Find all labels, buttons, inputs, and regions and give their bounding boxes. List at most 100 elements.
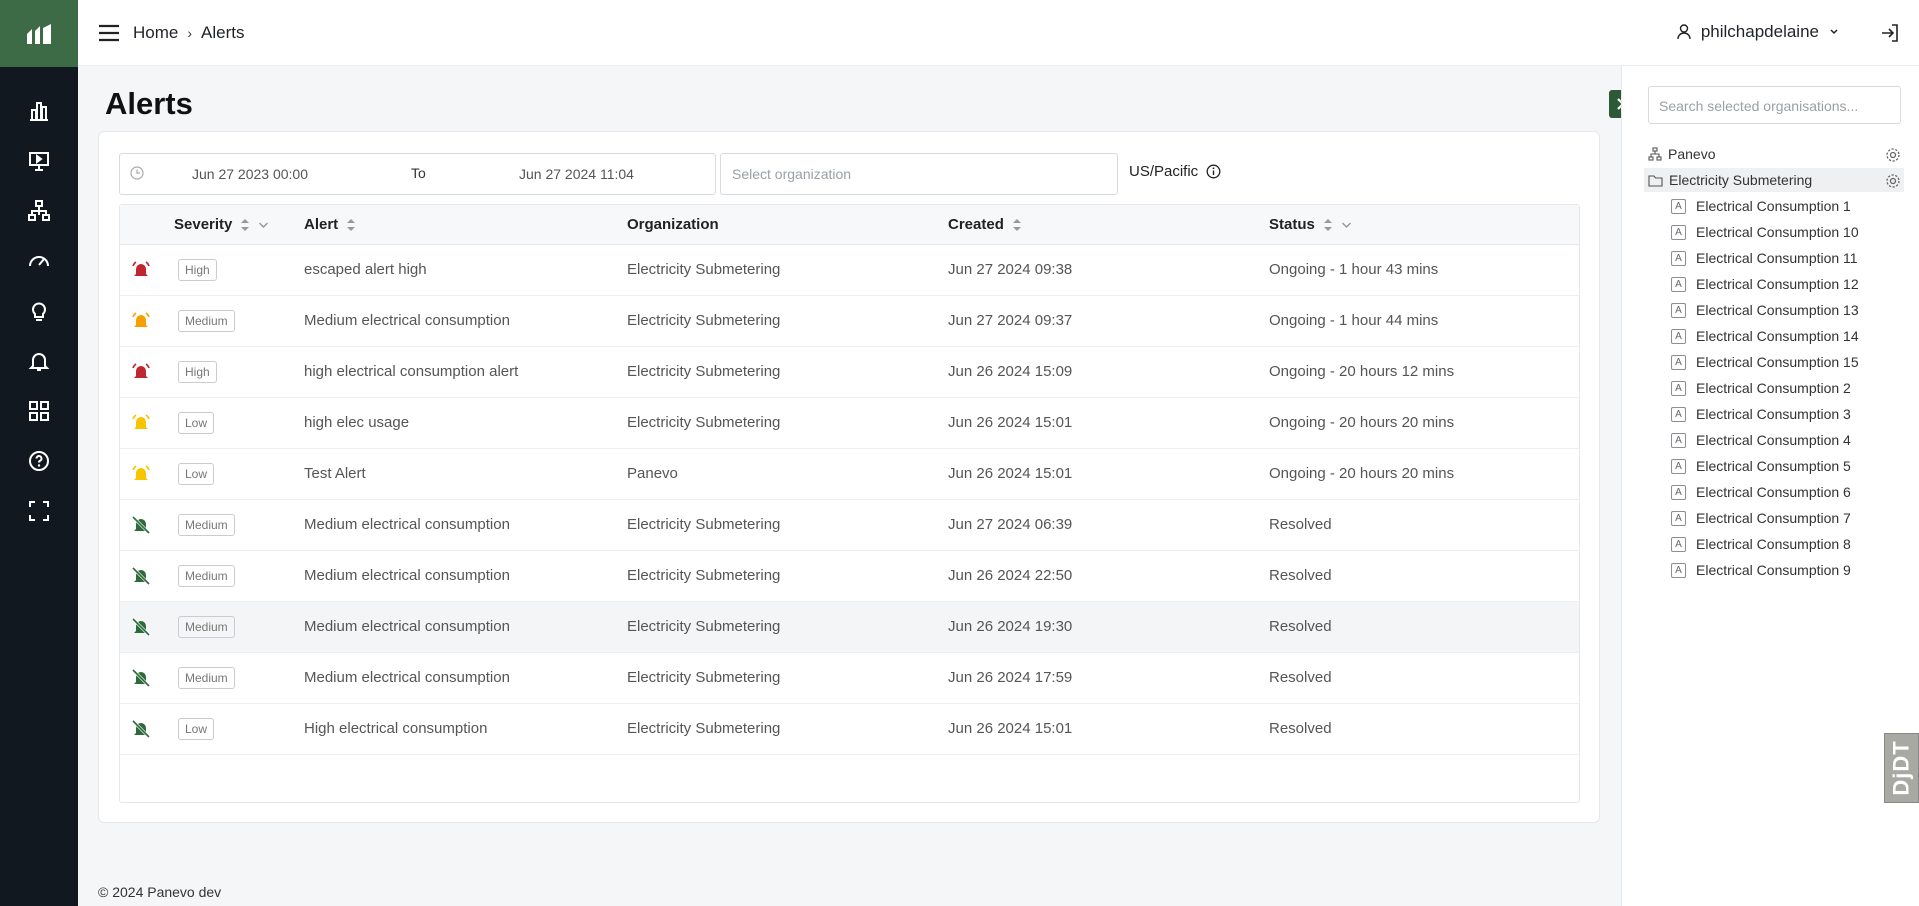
gear-icon[interactable] <box>1885 173 1901 189</box>
asset-icon: A <box>1671 224 1686 240</box>
debug-toolbar-handle[interactable]: DjDT <box>1884 733 1919 803</box>
date-from-input[interactable]: Jun 27 2023 00:00 <box>192 166 308 182</box>
tree-item-asset[interactable]: A Electrical Consumption 10 <box>1671 224 1859 240</box>
breadcrumb: Home › Alerts <box>133 23 245 43</box>
tree-item-root[interactable]: Panevo <box>1648 146 1715 162</box>
sort-icon[interactable] <box>1012 218 1022 232</box>
table-header: Severity Alert Organization Created Stat… <box>120 205 1579 245</box>
chevron-down-icon <box>1830 29 1838 35</box>
table-row[interactable]: Medium Medium electrical consumption Elect… <box>120 500 1579 551</box>
alert-created: Jun 26 2024 19:30 <box>948 618 1073 635</box>
alert-status: Ongoing - 20 hours 12 mins <box>1269 363 1455 380</box>
asset-label: Electrical Consumption 11 <box>1696 250 1858 266</box>
nav-hierarchy-icon[interactable] <box>0 191 78 231</box>
info-icon[interactable] <box>1206 164 1221 179</box>
tree-item-asset[interactable]: A Electrical Consumption 3 <box>1671 406 1851 422</box>
asset-label: Electrical Consumption 6 <box>1696 484 1851 500</box>
menu-icon[interactable] <box>98 23 120 43</box>
left-nav-rail <box>0 0 78 906</box>
table-row[interactable]: Medium Medium electrical consumption Elect… <box>120 653 1579 704</box>
alert-name: Medium electrical consumption <box>304 618 510 635</box>
sort-icon[interactable] <box>346 218 356 232</box>
asset-label: Electrical Consumption 3 <box>1696 406 1851 422</box>
gear-icon[interactable] <box>1885 147 1901 163</box>
severity-badge: High <box>178 259 217 281</box>
tree-item-asset[interactable]: A Electrical Consumption 5 <box>1671 458 1851 474</box>
asset-icon: A <box>1671 198 1686 214</box>
asset-icon: A <box>1671 302 1686 318</box>
bell-off-icon <box>131 668 151 688</box>
organisation-search-input[interactable]: Search selected organisations... <box>1648 86 1901 124</box>
tree-item-selected[interactable]: Electricity Submetering <box>1648 172 1812 188</box>
nav-presentation-icon[interactable] <box>0 141 78 181</box>
asset-label: Electrical Consumption 15 <box>1696 354 1859 370</box>
alert-name: Medium electrical consumption <box>304 516 510 533</box>
nav-gauge-icon[interactable] <box>0 241 78 281</box>
asset-label: Electrical Consumption 1 <box>1696 198 1851 214</box>
asset-icon: A <box>1671 536 1686 552</box>
breadcrumb-home[interactable]: Home <box>133 23 178 43</box>
nav-dashboard-icon[interactable] <box>0 91 78 131</box>
alert-organization: Electricity Submetering <box>627 720 781 737</box>
tree-item-asset[interactable]: A Electrical Consumption 8 <box>1671 536 1851 552</box>
date-until-input[interactable]: Jun 27 2024 11:04 <box>519 166 634 182</box>
asset-label: Electrical Consumption 8 <box>1696 536 1851 552</box>
organization-select[interactable]: Select organization <box>720 153 1118 195</box>
tree-item-asset[interactable]: A Electrical Consumption 2 <box>1671 380 1851 396</box>
tree-item-asset[interactable]: A Electrical Consumption 4 <box>1671 432 1851 448</box>
user-menu[interactable]: philchapdelaine <box>1677 22 1839 42</box>
tree-item-asset[interactable]: A Electrical Consumption 12 <box>1671 276 1859 292</box>
tree-item-asset[interactable]: A Electrical Consumption 11 <box>1671 250 1858 266</box>
table-row[interactable]: Medium Medium electrical consumption Elect… <box>120 551 1579 602</box>
asset-icon: A <box>1671 432 1686 448</box>
alert-status: Ongoing - 1 hour 43 mins <box>1269 261 1439 278</box>
col-created[interactable]: Created <box>948 216 1022 233</box>
chevron-right-icon: › <box>187 25 193 41</box>
tree-item-asset[interactable]: A Electrical Consumption 6 <box>1671 484 1851 500</box>
table-row[interactable]: Low High electrical consumption Electricit… <box>120 704 1579 755</box>
asset-label: Electrical Consumption 13 <box>1696 302 1859 318</box>
nav-fullscreen-icon[interactable] <box>0 491 78 531</box>
table-row[interactable]: Medium Medium electrical consumption Elect… <box>120 602 1579 653</box>
col-alert[interactable]: Alert <box>304 216 356 233</box>
logout-icon[interactable] <box>1879 22 1901 44</box>
nav-help-icon[interactable] <box>0 441 78 481</box>
asset-icon: A <box>1671 328 1686 344</box>
app-logo[interactable] <box>0 0 78 67</box>
tree-item-asset[interactable]: A Electrical Consumption 1 <box>1671 198 1851 214</box>
table-row[interactable]: Low Test Alert Panevo Jun 26 2024 15:01 Ongo… <box>120 449 1579 500</box>
col-severity[interactable]: Severity <box>174 216 269 233</box>
tree-item-asset[interactable]: A Electrical Consumption 15 <box>1671 354 1859 370</box>
nav-grid-icon[interactable] <box>0 391 78 431</box>
sort-icon[interactable] <box>240 218 250 232</box>
alert-status: Resolved <box>1269 567 1332 584</box>
asset-label: Electrical Consumption 5 <box>1696 458 1851 474</box>
asset-label: Electrical Consumption 4 <box>1696 432 1851 448</box>
filter-chevron-icon[interactable] <box>258 221 269 229</box>
nav-alerts-bell-icon[interactable] <box>0 341 78 381</box>
bell-off-icon <box>131 719 151 739</box>
alert-created: Jun 26 2024 15:01 <box>948 465 1073 482</box>
tree-item-asset[interactable]: A Electrical Consumption 9 <box>1671 562 1851 578</box>
table-row[interactable]: Medium Medium electrical consumption Elect… <box>120 296 1579 347</box>
alert-organization: Electricity Submetering <box>627 363 781 380</box>
table-row[interactable]: High escaped alert high Electricity Submet… <box>120 245 1579 296</box>
col-severity-label: Severity <box>174 216 233 233</box>
severity-badge: Low <box>178 463 215 485</box>
table-row[interactable]: High high electrical consumption alert Ele… <box>120 347 1579 398</box>
sort-icon[interactable] <box>1323 218 1333 232</box>
alert-organization: Electricity Submetering <box>627 567 781 584</box>
alert-organization: Electricity Submetering <box>627 669 781 686</box>
tree-item-asset[interactable]: A Electrical Consumption 13 <box>1671 302 1859 318</box>
alert-created: Jun 27 2024 09:37 <box>948 312 1073 329</box>
date-range-picker[interactable]: Jun 27 2023 00:00 To Jun 27 2024 11:04 <box>119 153 716 195</box>
table-row[interactable]: Low high elec usage Electricity Submeterin… <box>120 398 1579 449</box>
severity-badge: Medium <box>178 310 235 332</box>
col-status[interactable]: Status <box>1269 216 1352 233</box>
tree-item-asset[interactable]: A Electrical Consumption 7 <box>1671 510 1851 526</box>
filter-chevron-icon[interactable] <box>1341 221 1352 229</box>
nav-lightbulb-icon[interactable] <box>0 291 78 331</box>
alert-name: High electrical consumption <box>304 720 488 737</box>
tree-item-asset[interactable]: A Electrical Consumption 14 <box>1671 328 1859 344</box>
alert-name: Medium electrical consumption <box>304 312 510 329</box>
